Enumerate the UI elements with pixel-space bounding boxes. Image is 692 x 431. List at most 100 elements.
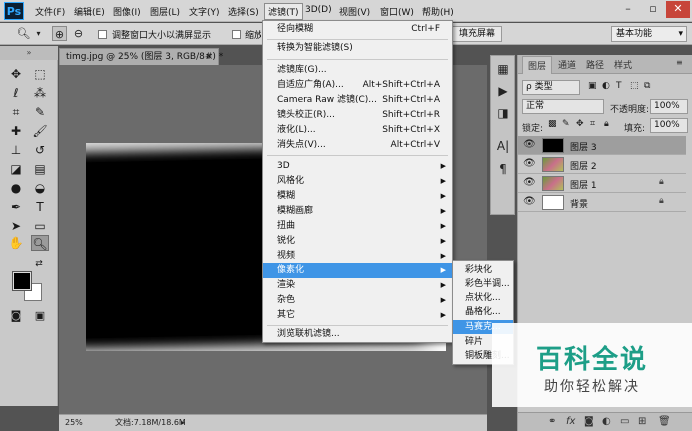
menu-item-other[interactable]: 其它 ▶	[263, 308, 452, 323]
submenu-item-crystallize[interactable]: 晶格化...	[453, 305, 513, 319]
magic-wand-tool-icon[interactable]: ⁂	[31, 85, 49, 101]
type-tool-icon[interactable]: T	[31, 199, 49, 215]
close-icon[interactable]: ✕	[666, 1, 690, 18]
layer-row[interactable]: 👁︎ 图层 1 🔒︎	[518, 174, 686, 193]
menu-layer[interactable]: 图层(L)	[150, 5, 180, 18]
menu-item-camera-raw[interactable]: Camera Raw 滤镜(C)... Shift+Ctrl+A	[263, 93, 452, 108]
zoom-out-icon[interactable]: ⊖	[71, 26, 86, 41]
new-layer-icon[interactable]: ⊞	[638, 416, 646, 427]
foreground-color-swatch[interactable]	[13, 272, 31, 290]
menu-item-3d[interactable]: 3D ▶	[263, 159, 452, 174]
menu-item-blur[interactable]: 模糊 ▶	[263, 189, 452, 204]
paragraph-panel-icon[interactable]: ¶	[495, 162, 511, 176]
brush-tool-icon[interactable]: 🖌︎	[31, 123, 49, 139]
submenu-item-color-halftone-block[interactable]: 彩块化	[453, 263, 513, 277]
menu-3d[interactable]: 3D(D)	[305, 5, 332, 15]
eraser-tool-icon[interactable]: ◪	[7, 161, 25, 177]
submenu-item-color-halftone[interactable]: 彩色半调...	[453, 277, 513, 291]
menu-item-distort[interactable]: 扭曲 ▶	[263, 219, 452, 234]
tools-collapse-icon[interactable]: »	[0, 46, 58, 60]
filter-shape-icon[interactable]: ⬚	[630, 81, 639, 91]
marquee-tool-icon[interactable]: ⬚	[31, 66, 49, 82]
resize-windows-checkbox[interactable]	[98, 30, 107, 39]
visibility-eye-icon[interactable]: 👁︎	[523, 158, 536, 169]
menu-window[interactable]: 窗口(W)	[380, 5, 414, 18]
menu-filter[interactable]: 滤镜(T)	[264, 3, 303, 20]
eyedropper-tool-icon[interactable]: ✎	[31, 104, 49, 120]
healing-brush-tool-icon[interactable]: ✚	[7, 123, 25, 139]
zoom-all-checkbox[interactable]	[232, 30, 241, 39]
history-brush-tool-icon[interactable]: ↺	[31, 142, 49, 158]
opacity-input[interactable]: 100%	[650, 99, 688, 114]
new-group-icon[interactable]: ▭	[620, 416, 629, 427]
quick-mask-icon[interactable]: ◙	[7, 308, 25, 324]
menu-item-browse-online-filters[interactable]: 浏览联机滤镜...	[263, 327, 452, 342]
properties-panel-icon[interactable]: ◨	[495, 106, 511, 120]
submenu-item-pointillize[interactable]: 点状化...	[453, 291, 513, 305]
menu-item-adaptive-wide-angle[interactable]: 自适应广角(A)... Alt+Shift+Ctrl+A	[263, 78, 452, 93]
layer-filter-kind-select[interactable]: ρ 类型	[522, 80, 580, 95]
menu-item-render[interactable]: 渲染 ▶	[263, 278, 452, 293]
filter-smart-object-icon[interactable]: ⧉	[644, 81, 650, 91]
clone-stamp-tool-icon[interactable]: ⊥	[7, 142, 25, 158]
menu-select[interactable]: 选择(S)	[228, 5, 259, 18]
minimize-icon[interactable]: –	[616, 1, 640, 18]
tab-styles[interactable]: 样式	[614, 58, 632, 71]
lock-all-icon[interactable]: 🔒︎	[604, 119, 609, 129]
menu-image[interactable]: 图像(I)	[113, 5, 141, 18]
visibility-eye-icon[interactable]: 👁︎	[523, 139, 536, 150]
hand-tool-icon[interactable]: ✋	[7, 235, 25, 251]
menu-item-convert-smart-filter[interactable]: 转换为智能滤镜(S)	[263, 41, 452, 56]
lock-transparency-icon[interactable]: ▩	[548, 119, 557, 129]
zoom-level[interactable]: 25%	[65, 415, 83, 430]
add-mask-icon[interactable]: ◙	[584, 416, 594, 427]
menu-item-lens-correction[interactable]: 镜头校正(R)... Shift+Ctrl+R	[263, 108, 452, 123]
visibility-eye-icon[interactable]: 👁︎	[523, 196, 536, 207]
menu-type[interactable]: 文字(Y)	[189, 5, 220, 18]
path-selection-tool-icon[interactable]: ➤	[7, 218, 25, 234]
filter-adjustment-icon[interactable]: ◐	[602, 81, 610, 91]
lock-position-icon[interactable]: ✥	[576, 119, 584, 129]
visibility-eye-icon[interactable]: 👁︎	[523, 177, 536, 188]
actions-panel-icon[interactable]: ▶	[495, 84, 511, 98]
blend-mode-select[interactable]: 正常	[522, 99, 604, 114]
document-tab[interactable]: timg.jpg @ 25% (图层 3, RGB/8#) * ×	[59, 48, 223, 65]
menu-view[interactable]: 视图(V)	[339, 5, 370, 18]
chevron-down-icon[interactable]: ▾	[31, 26, 46, 41]
layer-row[interactable]: 👁︎ 图层 2	[518, 155, 686, 174]
panel-menu-icon[interactable]: ≡	[676, 58, 683, 67]
shape-tool-icon[interactable]: ▭	[31, 218, 49, 234]
dodge-tool-icon[interactable]: ◒	[31, 180, 49, 196]
menu-item-pixelate[interactable]: 像素化 ▶	[263, 263, 452, 278]
menu-help[interactable]: 帮助(H)	[422, 5, 454, 18]
lock-image-icon[interactable]: ✎	[562, 119, 570, 129]
crop-tool-icon[interactable]: ⌗	[7, 104, 25, 120]
zoom-tool-icon[interactable]: 🔍︎	[16, 26, 31, 41]
menu-item-filter-gallery[interactable]: 滤镜库(G)...	[263, 63, 452, 78]
tab-channels[interactable]: 通道	[558, 58, 576, 71]
menu-edit[interactable]: 编辑(E)	[74, 5, 105, 18]
menu-item-last-filter[interactable]: 径向模糊 Ctrl+F	[263, 22, 452, 37]
menu-item-blur-gallery[interactable]: 模糊画廊 ▶	[263, 204, 452, 219]
fill-screen-button[interactable]: 填充屏幕	[452, 26, 503, 42]
zoom-tool-active-icon[interactable]: 🔍︎	[31, 235, 49, 251]
menu-file[interactable]: 文件(F)	[35, 5, 65, 18]
tab-paths[interactable]: 路径	[586, 58, 604, 71]
adjustment-layer-icon[interactable]: ◐	[602, 416, 611, 427]
tab-layers[interactable]: 图层	[522, 56, 553, 74]
zoom-in-icon[interactable]: ⊕	[52, 26, 67, 41]
menu-item-sharpen[interactable]: 锐化 ▶	[263, 234, 452, 249]
swap-colors-icon[interactable]: ⇄	[30, 256, 48, 272]
trash-icon[interactable]: 🗑︎	[658, 416, 671, 427]
status-arrow-icon[interactable]: ▸	[181, 415, 185, 430]
pen-tool-icon[interactable]: ✒	[7, 199, 25, 215]
blur-tool-icon[interactable]: ●	[7, 180, 25, 196]
history-panel-icon[interactable]: ▦	[495, 62, 511, 76]
close-tab-icon[interactable]: ×	[205, 49, 213, 65]
menu-item-stylize[interactable]: 风格化 ▶	[263, 174, 452, 189]
workspace-select[interactable]: 基本功能	[611, 26, 687, 42]
screen-mode-icon[interactable]: ▣	[31, 308, 49, 324]
menu-item-liquify[interactable]: 液化(L)... Shift+Ctrl+X	[263, 123, 452, 138]
fill-input[interactable]: 100%	[650, 118, 688, 133]
move-tool-icon[interactable]: ✥	[7, 66, 25, 82]
